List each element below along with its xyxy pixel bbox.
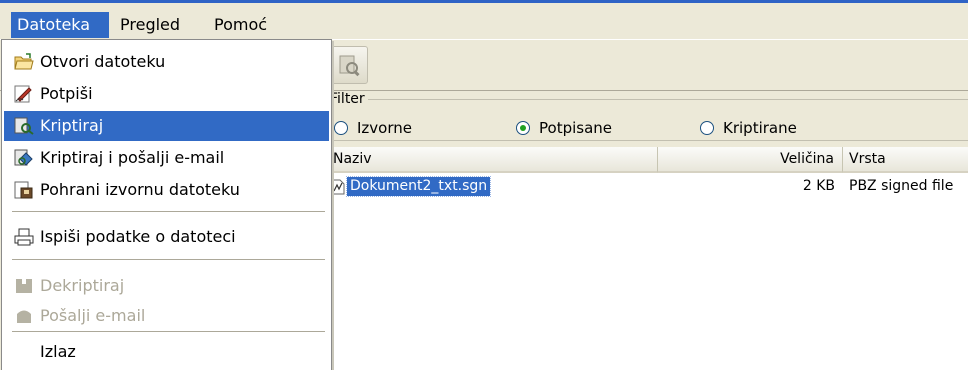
file-type: PBZ signed file — [849, 178, 954, 194]
open-folder-icon — [14, 53, 34, 70]
table-row[interactable]: Dokument2_txt.sgn 2 KB PBZ signed file — [327, 174, 968, 198]
radio-label-encrypted: Kriptirane — [723, 119, 797, 137]
filter-group — [326, 99, 968, 141]
menu-view[interactable]: Pregled — [114, 12, 204, 38]
menu-item-decrypt[interactable]: Dekriptiraj — [4, 271, 329, 301]
signed-file-icon — [331, 179, 345, 195]
menu-label-encrypt-send: Kriptiraj i pošalji e-mail — [40, 148, 225, 167]
menu-item-send-email[interactable]: Pošalji e-mail — [4, 301, 329, 331]
menu-item-print-info[interactable]: Ispiši podatke o datoteci — [4, 222, 329, 252]
filter-radio-source[interactable]: Izvorne — [334, 118, 412, 138]
column-header-size[interactable]: Veličina — [658, 147, 843, 173]
file-menu-dropdown: Otvori datoteku Potpiši Kriptiraj Kripti… — [1, 39, 332, 370]
file-name[interactable]: Dokument2_txt.sgn — [345, 176, 492, 197]
column-header-name[interactable]: Naziv — [327, 147, 658, 173]
menu-item-encrypt-send[interactable]: Kriptiraj i pošalji e-mail — [4, 143, 329, 173]
printer-icon — [14, 228, 34, 246]
menu-separator — [12, 211, 325, 212]
filter-title: Filter — [328, 91, 368, 107]
menu-item-encrypt[interactable]: Kriptiraj — [4, 111, 329, 141]
menu-label-sign: Potpiši — [40, 84, 93, 103]
sign-pen-icon — [14, 85, 32, 103]
radio-circle-selected — [516, 121, 530, 135]
menu-separator — [12, 259, 325, 260]
encrypt-icon — [14, 117, 34, 135]
menu-item-sign[interactable]: Potpiši — [4, 79, 329, 109]
menu-label-save-original: Pohrani izvornu datoteku — [40, 180, 240, 199]
file-list[interactable]: Naziv Veličina Vrsta Dokument2_txt.sgn 2… — [326, 147, 968, 370]
filter-radio-signed[interactable]: Potpisane — [516, 118, 612, 138]
menu-help[interactable]: Pomoć — [208, 12, 286, 38]
menu-item-save-original[interactable]: Pohrani izvornu datoteku — [4, 175, 329, 205]
send-email-icon — [17, 310, 31, 323]
menu-label-print-info: Ispiši podatke o datoteci — [40, 227, 236, 246]
menu-label-decrypt: Dekriptiraj — [40, 276, 125, 295]
decrypt-icon — [16, 279, 32, 293]
menu-file[interactable]: Datoteka — [11, 12, 109, 38]
radio-label-source: Izvorne — [357, 119, 412, 137]
save-original-icon — [14, 181, 33, 199]
radio-circle — [700, 121, 714, 135]
menu-item-open[interactable]: Otvori datoteku — [4, 47, 329, 77]
radio-label-signed: Potpisane — [539, 119, 613, 137]
menu-item-exit[interactable]: Izlaz — [4, 337, 329, 367]
file-size: 2 KB — [802, 178, 835, 194]
menu-label-encrypt: Kriptiraj — [40, 116, 104, 135]
menu-label-send-email: Pošalji e-mail — [40, 306, 146, 325]
menu-bar: Datoteka Pregled Pomoć — [0, 3, 968, 39]
filter-radio-encrypted[interactable]: Kriptirane — [700, 118, 797, 138]
encrypt-send-icon — [14, 149, 33, 166]
radio-circle — [334, 121, 348, 135]
menu-label-open: Otvori datoteku — [40, 52, 166, 71]
toolbar-encrypt-button[interactable] — [330, 46, 368, 84]
column-header-type[interactable]: Vrsta — [843, 147, 968, 173]
encrypt-toolbar-icon — [339, 55, 360, 77]
menu-label-exit: Izlaz — [40, 342, 76, 361]
menu-separator — [12, 331, 325, 332]
